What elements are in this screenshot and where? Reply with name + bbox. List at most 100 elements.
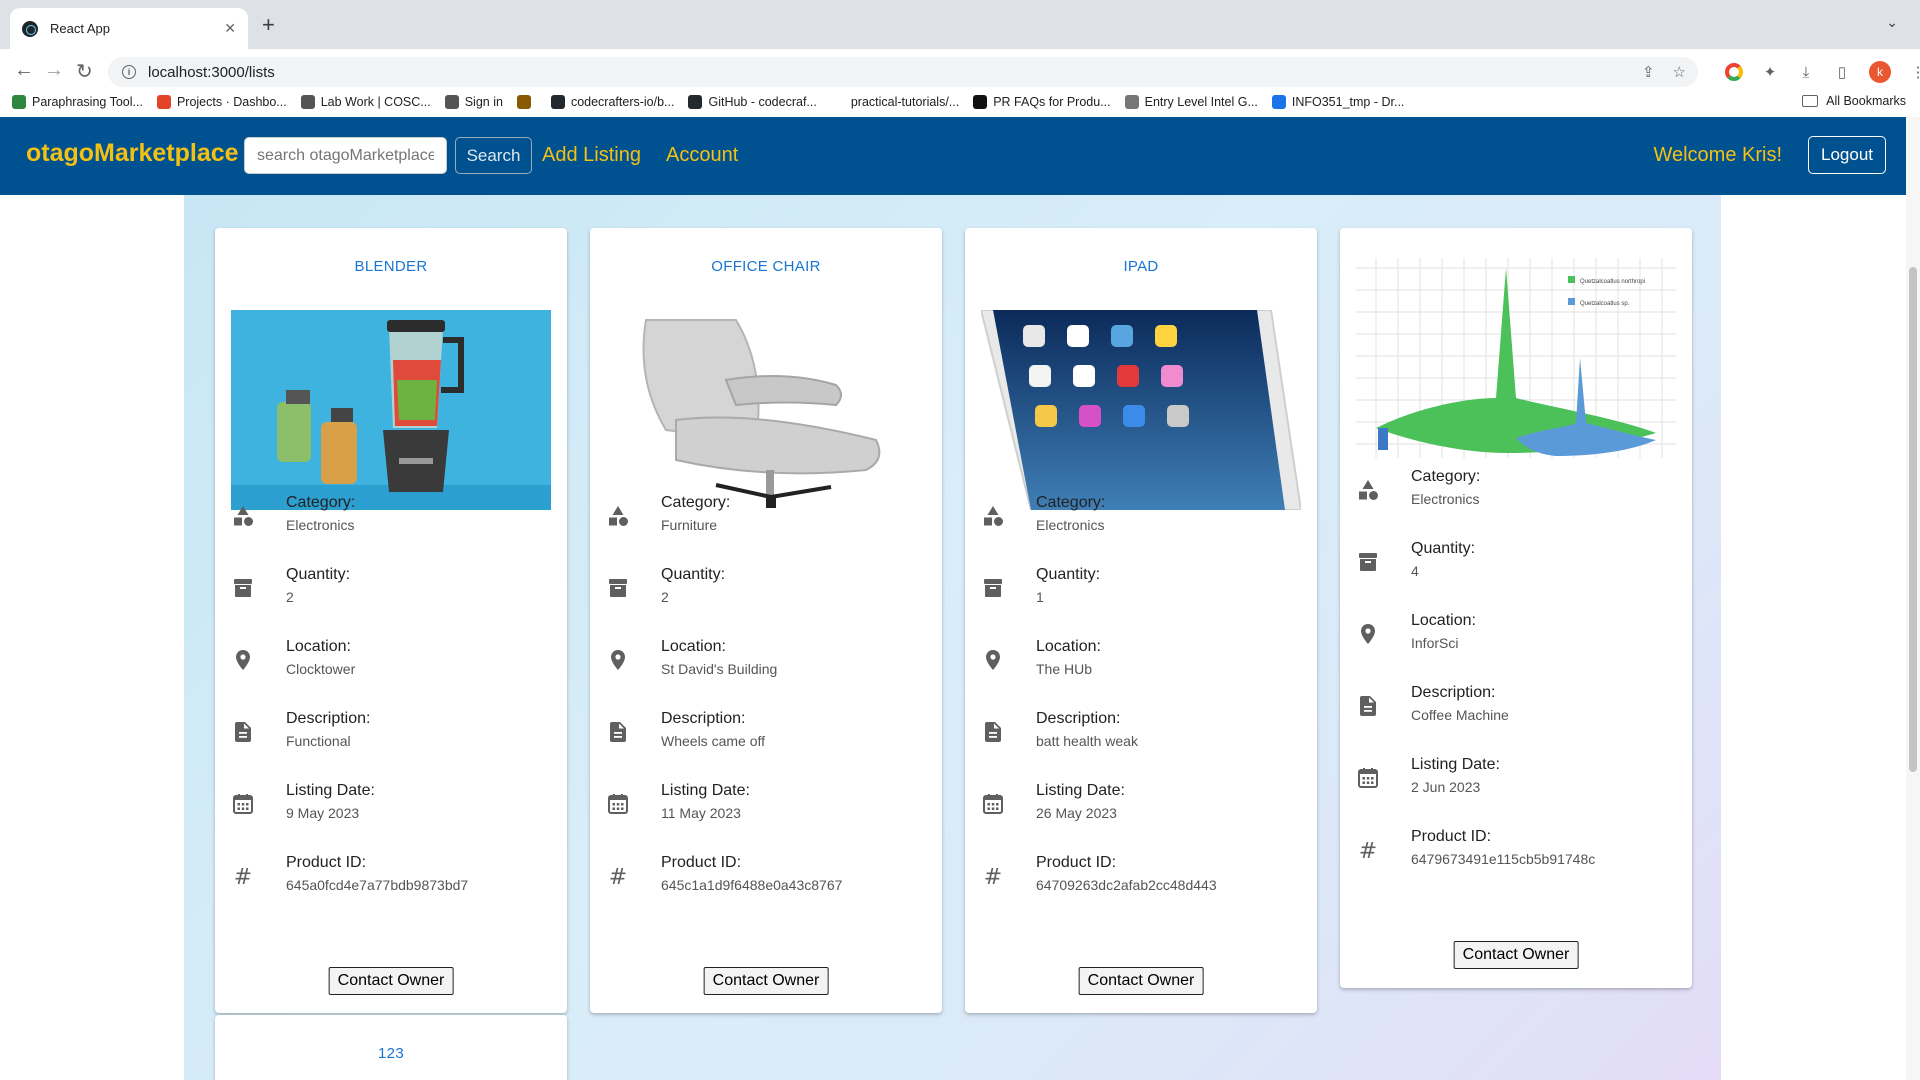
field-category: Category: Electronics [1356,464,1676,520]
field-value: Wheels came off [661,733,766,749]
page-scrollbar[interactable] [1906,117,1920,1080]
search-button[interactable]: Search [455,137,532,174]
chrome-extension-icon[interactable] [1725,63,1743,81]
bookmark-item[interactable]: PR FAQs for Produ... [973,95,1111,109]
bookmark-label: PR FAQs for Produ... [993,95,1111,109]
field-label: Quantity: [286,566,351,583]
listing-date-icon [1358,767,1378,788]
field-quantity: Quantity: 2 [231,562,551,618]
bookmark-item[interactable]: Sign in [444,95,503,109]
all-bookmarks-label: All Bookmarks [1826,94,1906,108]
description-icon [235,722,251,742]
folder-icon [1802,95,1819,107]
bookmark-label: codecrafters-io/b... [570,95,675,109]
browser-tab[interactable]: React App ✕ [10,8,248,49]
contact-owner-button[interactable]: Contact Owner [703,967,829,995]
all-bookmarks-folder[interactable]: All Bookmarks [1802,94,1906,108]
listing-card: IPAD Category: Electronics Quantity: 1 Locati… [965,228,1317,1013]
back-arrow-icon[interactable]: ← [14,59,34,82]
scrollbar-thumb[interactable] [1909,267,1917,772]
bookmark-label: GitHub - codecraf... [708,95,817,109]
field-value: Furniture [661,517,718,533]
bookmark-favicon-icon [516,95,531,109]
contact-owner-button[interactable]: Contact Owner [1453,941,1579,969]
description-icon [985,722,1001,742]
listing-date-icon [608,793,628,814]
field-label: Description: [1411,684,1496,701]
chart-image: Quetzalcoatlus northropi Quetzalcoatlus s… [1356,258,1676,458]
field-product-id: Product ID: 64709263dc2afab2cc48d443 [981,850,1301,906]
field-value: 2 [286,589,294,605]
field-value: 645a0fcd4e7a77bdb9873bd7 [286,877,469,893]
bookmark-item[interactable]: Paraphrasing Tool... [12,95,143,109]
bookmark-item[interactable]: GitHub - codecraf... [688,95,817,109]
listing-title[interactable]: IPAD [965,258,1317,275]
field-label: Category: [286,494,356,511]
field-listing-date: Listing Date: 9 May 2023 [231,778,551,834]
product-id-icon [233,865,253,888]
address-bar[interactable]: i localhost:3000/lists ⇪ ☆ [108,57,1698,87]
bookmark-item[interactable]: Entry Level Intel G... [1124,95,1258,109]
listings-area: BLENDER Category: Electronics Quantity: 2 Loc… [184,195,1721,1080]
bookmark-star-icon[interactable]: ☆ [1673,63,1686,81]
bookmark-label: Lab Work | COSC... [320,95,431,109]
side-panel-icon[interactable]: ▯ [1833,63,1851,81]
quantity-icon [984,579,1002,597]
location-icon [986,650,1000,670]
site-info-icon[interactable]: i [122,65,136,79]
bookmark-item[interactable]: Projects · Dashbo... [156,95,287,109]
tab-search-chevron-icon[interactable]: ⌄ [1886,14,1898,31]
brand-logo[interactable]: otagoMarketplace [26,139,239,168]
category-icon [609,506,628,526]
bookmark-label: Paraphrasing Tool... [32,95,143,109]
listing-title[interactable]: 123 [215,1045,567,1062]
field-label: Location: [286,638,351,655]
new-tab-button[interactable]: + [262,12,275,38]
field-label: Product ID: [286,854,367,871]
category-icon [984,506,1003,526]
contact-owner-button[interactable]: Contact Owner [328,967,454,995]
listing-card: Quetzalcoatlus northropi Quetzalcoatlus s… [1340,228,1692,988]
bookmark-favicon-icon [156,95,171,109]
field-label: Location: [1411,612,1476,629]
listing-card: OFFICE CHAIR Category: Furniture Quantity: 2… [590,228,942,1013]
logout-button[interactable]: Logout [1808,136,1886,174]
react-favicon-icon [22,20,38,37]
account-link[interactable]: Account [666,144,738,167]
contact-owner-button[interactable]: Contact Owner [1078,967,1204,995]
field-value: 64709263dc2afab2cc48d443 [1036,877,1217,893]
field-label: Quantity: [1036,566,1101,583]
field-label: Listing Date: [1411,756,1500,773]
office-chair-photo [606,310,926,510]
field-value: The HUb [1036,661,1093,677]
location-icon [1361,624,1375,644]
bookmark-item[interactable]: INFO351_tmp - Dr... [1271,95,1404,109]
address-url[interactable]: localhost:3000/lists [148,64,275,81]
forward-arrow-icon[interactable]: → [44,59,64,82]
share-icon[interactable]: ⇪ [1642,63,1655,81]
bookmark-item[interactable]: codecrafters-io/b... [550,95,675,109]
bookmark-item[interactable] [516,95,537,109]
field-listing-date: Listing Date: 11 May 2023 [606,778,926,834]
field-label: Category: [661,494,731,511]
field-quantity: Quantity: 1 [981,562,1301,618]
bookmark-item[interactable]: Lab Work | COSC... [300,95,431,109]
search-input[interactable] [244,137,447,174]
browser-menu-icon[interactable]: ⋮ [1909,63,1920,81]
reload-icon[interactable]: ↻ [76,59,93,84]
field-value: Electronics [1411,491,1480,507]
extensions-puzzle-icon[interactable]: ✦ [1761,63,1779,81]
listing-date-icon [233,793,253,814]
field-value: batt health weak [1036,733,1138,749]
close-tab-icon[interactable]: ✕ [224,20,236,37]
bookmark-label: practical-tutorials/... [850,95,960,109]
listing-title[interactable]: OFFICE CHAIR [590,258,942,275]
profile-avatar[interactable]: k [1869,61,1891,83]
bookmark-label: Entry Level Intel G... [1144,95,1258,109]
listing-card: 123 [215,1015,567,1080]
listing-title[interactable]: BLENDER [215,258,567,275]
add-listing-link[interactable]: Add Listing [542,144,641,167]
download-icon[interactable]: ⤓ [1797,63,1815,81]
field-product-id: Product ID: 645c1a1d9f6488e0a43c8767 [606,850,926,906]
bookmark-item[interactable]: practical-tutorials/... [830,95,960,109]
